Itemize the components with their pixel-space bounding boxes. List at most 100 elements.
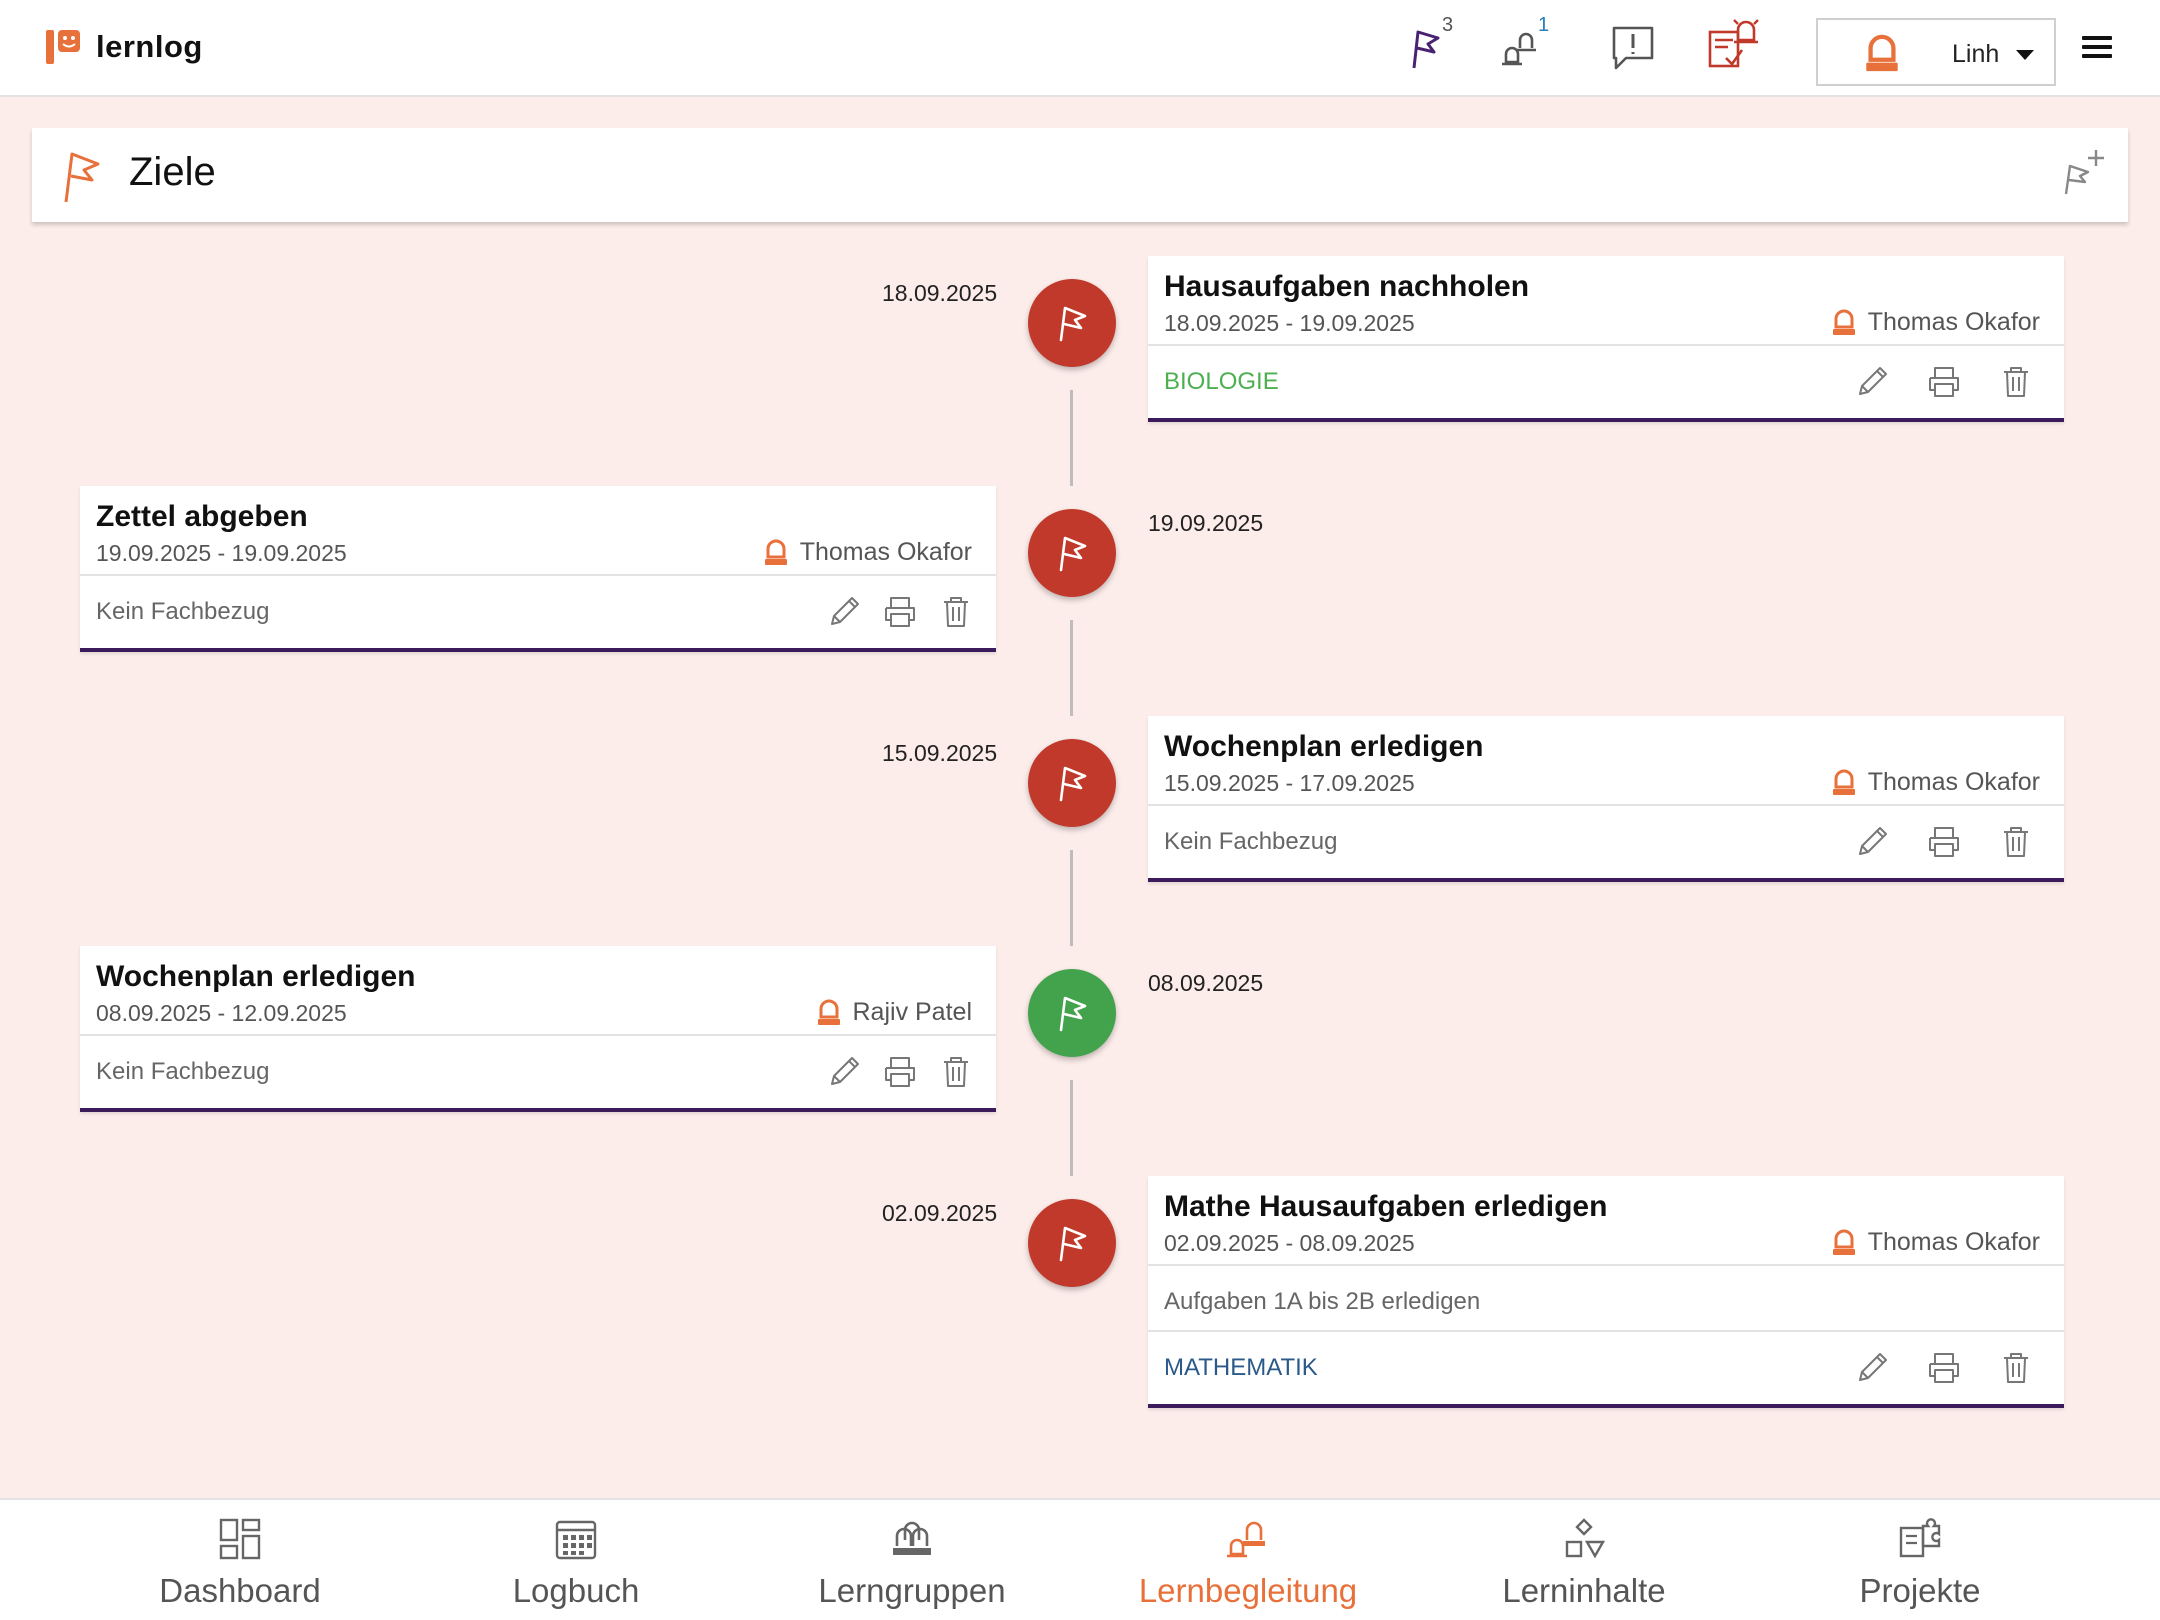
print-icon[interactable] bbox=[1926, 1350, 1962, 1386]
goal-status-node[interactable] bbox=[1028, 969, 1116, 1057]
nav-logbuch[interactable]: Logbuch bbox=[426, 1516, 726, 1610]
goal-date: 19.09.2025 bbox=[1148, 510, 1264, 536]
user-icon bbox=[1832, 769, 1856, 797]
timeline-connector bbox=[1070, 390, 1073, 486]
print-icon[interactable] bbox=[882, 594, 918, 630]
goal-owner: Thomas Okafor bbox=[1832, 768, 2040, 797]
goal-description: Aufgaben 1A bis 2B erledigen bbox=[1164, 1288, 1481, 1315]
edit-pencil-icon[interactable] bbox=[1854, 364, 1890, 400]
flag-icon bbox=[1055, 1224, 1089, 1262]
delete-trash-icon[interactable] bbox=[938, 1054, 974, 1090]
timeline-connector bbox=[1070, 1080, 1073, 1176]
divider bbox=[1148, 1330, 2064, 1332]
feedback-icon bbox=[1612, 26, 1654, 70]
goal-title: Wochenplan erledigen bbox=[1164, 730, 1484, 763]
edit-pencil-icon[interactable] bbox=[826, 1054, 862, 1090]
goal-date: 18.09.2025 bbox=[882, 280, 998, 306]
goal-owner: Rajiv Patel bbox=[817, 998, 972, 1027]
goal-subject: Kein Fachbezug bbox=[96, 1058, 270, 1085]
nav-lernbegleitung[interactable]: Lernbegleitung bbox=[1098, 1516, 1398, 1610]
nav-label: Dashboard bbox=[159, 1572, 321, 1609]
task-alarm-icon bbox=[1708, 19, 1759, 68]
print-icon[interactable] bbox=[882, 1054, 918, 1090]
chevron-down-icon bbox=[2016, 50, 2034, 60]
delete-trash-icon[interactable] bbox=[1998, 824, 2034, 860]
goal-status-node[interactable] bbox=[1028, 509, 1116, 597]
tasks-alert-button[interactable] bbox=[1704, 10, 1762, 72]
delete-trash-icon[interactable] bbox=[1998, 364, 2034, 400]
divider bbox=[80, 1034, 996, 1036]
goal-date: 02.09.2025 bbox=[882, 1200, 998, 1226]
goal-status-node[interactable] bbox=[1028, 739, 1116, 827]
goal-card[interactable]: Hausaufgaben nachholen 18.09.2025 - 19.0… bbox=[1148, 256, 2064, 422]
nav-projekte[interactable]: Projekte bbox=[1770, 1516, 2070, 1610]
feedback-button[interactable] bbox=[1604, 22, 1662, 74]
edit-pencil-icon[interactable] bbox=[1854, 824, 1890, 860]
dashboard-icon bbox=[217, 1516, 263, 1562]
goal-title: Wochenplan erledigen bbox=[96, 960, 416, 993]
user-icon bbox=[1832, 1229, 1856, 1257]
goals-badge: 3 bbox=[1442, 14, 1454, 36]
group-icon bbox=[889, 1516, 935, 1562]
page-header: Ziele bbox=[32, 128, 2128, 222]
delete-trash-icon[interactable] bbox=[1998, 1350, 2034, 1386]
goal-title: Mathe Hausaufgaben erledigen bbox=[1164, 1190, 1608, 1223]
edit-pencil-icon[interactable] bbox=[826, 594, 862, 630]
nav-lerngruppen[interactable]: Lerngruppen bbox=[762, 1516, 1062, 1610]
hamburger-menu-icon[interactable] bbox=[2082, 36, 2112, 60]
add-goal-icon[interactable] bbox=[2058, 146, 2108, 198]
goal-title: Hausaufgaben nachholen bbox=[1164, 270, 1530, 303]
bottom-navigation: Dashboard Logbuch Lerngruppen Lernbeglei… bbox=[0, 1498, 2160, 1620]
delete-trash-icon[interactable] bbox=[938, 594, 974, 630]
goal-owner: Thomas Okafor bbox=[1832, 308, 2040, 337]
user-select[interactable]: Linh bbox=[1816, 18, 2056, 86]
divider bbox=[1148, 804, 2064, 806]
user-icon bbox=[764, 539, 788, 567]
goal-status-node[interactable] bbox=[1028, 279, 1116, 367]
nav-lerninhalte[interactable]: Lerninhalte bbox=[1434, 1516, 1734, 1610]
goal-card[interactable]: Wochenplan erledigen 08.09.2025 - 12.09.… bbox=[80, 946, 996, 1112]
goal-card[interactable]: Wochenplan erledigen 15.09.2025 - 17.09.… bbox=[1148, 716, 2064, 882]
goal-subject: Kein Fachbezug bbox=[1164, 828, 1338, 855]
goal-title: Zettel abgeben bbox=[96, 500, 308, 533]
goal-status-node[interactable] bbox=[1028, 1199, 1116, 1287]
goal-date-range: 15.09.2025 - 17.09.2025 bbox=[1164, 770, 1415, 796]
goal-date: 15.09.2025 bbox=[882, 740, 998, 766]
shapes-icon bbox=[1561, 1516, 1607, 1562]
goal-card[interactable]: Mathe Hausaufgaben erledigen 02.09.2025 … bbox=[1148, 1176, 2064, 1408]
app-name: lernlog bbox=[96, 29, 203, 64]
goal-date: 08.09.2025 bbox=[1148, 970, 1264, 996]
nav-label: Projekte bbox=[1859, 1572, 1981, 1609]
nav-label: Lernbegleitung bbox=[1138, 1572, 1358, 1609]
print-icon[interactable] bbox=[1926, 364, 1962, 400]
puzzle-icon bbox=[1897, 1516, 1943, 1562]
print-icon[interactable] bbox=[1926, 824, 1962, 860]
divider bbox=[80, 574, 996, 576]
app-logo[interactable]: lernlog bbox=[46, 28, 203, 66]
nav-label: Logbuch bbox=[512, 1572, 640, 1609]
lernlog-logo-icon bbox=[46, 30, 80, 64]
mentoring-badge: 1 bbox=[1538, 14, 1550, 36]
flag-icon bbox=[64, 152, 100, 203]
user-icon bbox=[817, 999, 841, 1027]
goal-subject: BIOLOGIE bbox=[1164, 368, 1279, 395]
flag-icon bbox=[1055, 534, 1089, 572]
page-title: Ziele bbox=[129, 150, 216, 194]
goal-date-range: 02.09.2025 - 08.09.2025 bbox=[1164, 1230, 1415, 1256]
goal-date-range: 18.09.2025 - 19.09.2025 bbox=[1164, 310, 1415, 336]
nav-dashboard[interactable]: Dashboard bbox=[90, 1516, 390, 1610]
goal-date-range: 19.09.2025 - 19.09.2025 bbox=[96, 540, 347, 566]
user-icon bbox=[1864, 34, 1900, 74]
mentoring-button[interactable]: 1 bbox=[1494, 14, 1552, 74]
user-name: Linh bbox=[1952, 40, 2000, 68]
goal-card[interactable]: Zettel abgeben 19.09.2025 - 19.09.2025 T… bbox=[80, 486, 996, 652]
edit-pencil-icon[interactable] bbox=[1854, 1350, 1890, 1386]
goal-subject: MATHEMATIK bbox=[1164, 1354, 1318, 1381]
flag-icon bbox=[1055, 994, 1089, 1032]
goal-owner: Thomas Okafor bbox=[1832, 1228, 2040, 1257]
timeline-connector bbox=[1070, 850, 1073, 946]
flag-icon bbox=[1055, 764, 1089, 802]
nav-label: Lerngruppen bbox=[818, 1572, 1006, 1609]
goal-subject: Kein Fachbezug bbox=[96, 598, 270, 625]
goals-button[interactable]: 3 bbox=[1402, 14, 1460, 74]
